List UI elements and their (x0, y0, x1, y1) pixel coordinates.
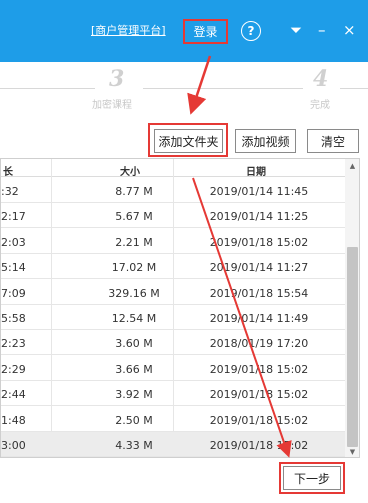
cell-date: 2019/01/18 15:02 (209, 235, 309, 249)
table-row[interactable]: 2:44 3.92 M 2019/01/18 15:02 (1, 381, 345, 407)
cell-duration: 5:14 (1, 261, 26, 275)
step-3-number: 3 (109, 66, 125, 92)
step-4-label: 完成 (310, 100, 330, 111)
clear-button[interactable]: 清空 (307, 129, 359, 153)
step-4-number: 4 (313, 66, 329, 92)
cell-duration: 2:03 (1, 235, 26, 249)
cell-duration: 1:48 (1, 413, 26, 427)
table-row[interactable]: 2:29 3.66 M 2019/01/18 15:02 (1, 356, 345, 381)
cell-size: 8.77 M (115, 185, 153, 198)
cell-duration: :32 (1, 185, 19, 198)
title-bar: [商户管理平台] 登录 ? ⏷ – × (0, 0, 368, 62)
cell-date: 2018/01/19 17:20 (209, 337, 309, 351)
cell-duration: 5:58 (1, 312, 26, 325)
step-connector (143, 88, 303, 89)
table-row[interactable]: :32 8.77 M 2019/01/14 11:45 (1, 178, 345, 203)
table-row[interactable]: 2:03 2.21 M 2019/01/18 15:02 (1, 229, 345, 254)
header-date[interactable]: 日期 (246, 163, 266, 178)
cell-size: 3.66 M (115, 362, 153, 376)
cell-size: 3.92 M (115, 388, 153, 402)
cell-date: 2019/01/18 15:02 (209, 388, 309, 402)
table-row[interactable]: 3:00 4.33 M 2019/01/18 15:02 (1, 432, 345, 457)
cell-size: 12.54 M (111, 312, 157, 325)
table-row[interactable]: 1:48 2.50 M 2019/01/18 15:02 (1, 407, 345, 432)
cell-duration: 7:09 (1, 286, 26, 300)
cell-size: 3.60 M (115, 337, 153, 351)
cell-date: 2019/01/18 15:54 (209, 286, 309, 300)
cell-size: 17.02 M (111, 261, 157, 275)
scrollbar-thumb[interactable] (347, 247, 358, 447)
cell-duration: 2:23 (1, 337, 26, 351)
table-row[interactable]: 5:14 17.02 M 2019/01/14 11:27 (1, 254, 345, 280)
table-row[interactable]: 5:58 12.54 M 2019/01/14 11:49 (1, 305, 345, 330)
step-connector (340, 88, 368, 89)
login-button[interactable]: 登录 (183, 19, 228, 44)
step-3-label: 加密课程 (92, 100, 132, 111)
cell-duration: 2:44 (1, 388, 26, 402)
cell-date: 2019/01/14 11:49 (209, 312, 309, 325)
header-size[interactable]: 大小 (120, 163, 140, 178)
cell-size: 2.50 M (115, 413, 153, 427)
cell-duration: 2:17 (1, 210, 26, 224)
cell-size: 4.33 M (115, 439, 153, 452)
header-duration[interactable]: 长 (3, 163, 13, 178)
minimize-icon[interactable]: – (318, 17, 326, 43)
cell-date: 2019/01/18 15:02 (209, 413, 309, 427)
cell-date: 2019/01/14 11:27 (209, 261, 309, 275)
cell-date: 2019/01/18 15:02 (209, 439, 309, 452)
cell-size: 5.67 M (115, 210, 153, 224)
add-folder-button[interactable]: 添加文件夹 (154, 129, 223, 153)
file-table: 长 大小 日期 :32 8.77 M 2019/01/14 11:45 2:17 5.6… (0, 158, 360, 458)
next-step-button[interactable]: 下一步 (283, 466, 341, 490)
scroll-down-icon[interactable]: ▼ (348, 449, 357, 456)
cell-duration: 3:00 (1, 439, 26, 452)
table-row[interactable]: 2:17 5.67 M 2019/01/14 11:25 (1, 203, 345, 229)
cell-date: 2019/01/14 11:25 (209, 210, 309, 224)
cell-duration: 2:29 (1, 362, 26, 376)
table-row[interactable]: 7:09 329.16 M 2019/01/18 15:54 (1, 280, 345, 305)
cell-date: 2019/01/18 15:02 (209, 362, 309, 376)
dropdown-icon[interactable]: ⏷ (290, 17, 302, 43)
add-video-button[interactable]: 添加视频 (235, 129, 296, 153)
cell-date: 2019/01/14 11:45 (209, 185, 309, 198)
help-icon[interactable]: ? (241, 21, 261, 41)
cell-size: 329.16 M (108, 286, 160, 300)
arrow-to-add-folder (187, 55, 212, 115)
step-connector (0, 88, 95, 89)
scroll-up-icon[interactable]: ▲ (348, 163, 357, 170)
table-row[interactable]: 2:23 3.60 M 2018/01/19 17:20 (1, 330, 345, 356)
cell-size: 2.21 M (115, 235, 153, 249)
merchant-admin-link[interactable]: [商户管理平台] (91, 22, 166, 38)
close-icon[interactable]: × (343, 17, 356, 43)
